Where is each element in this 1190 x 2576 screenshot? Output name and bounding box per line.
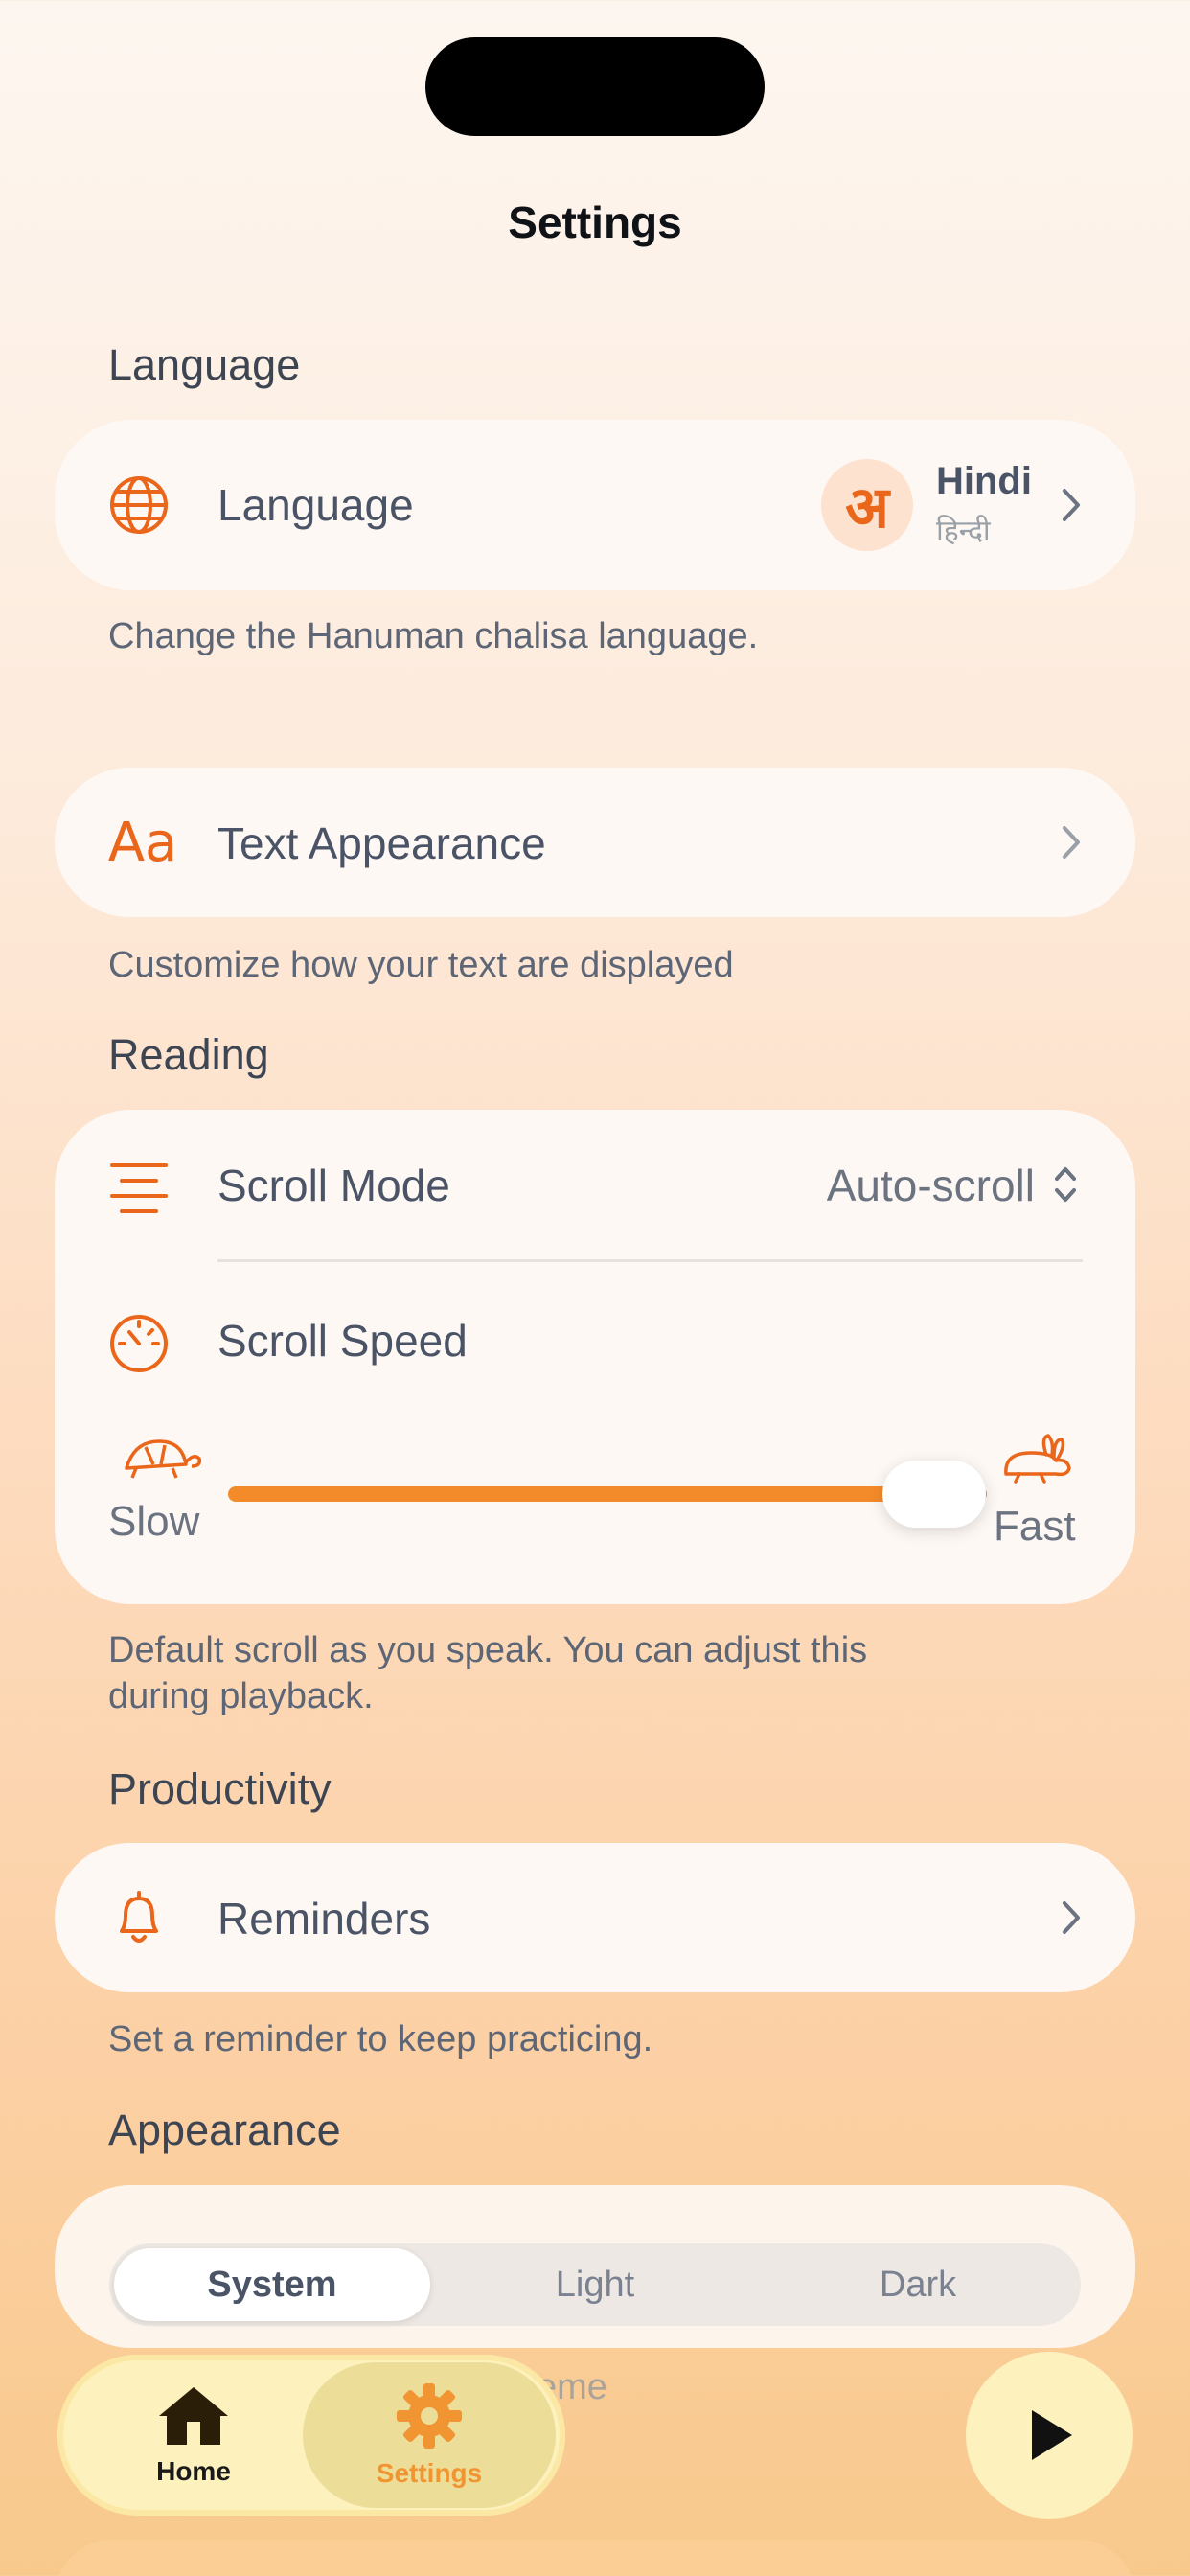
play-icon (1032, 2410, 1072, 2460)
appearance-card: System Light Dark (55, 2185, 1135, 2348)
chevron-right-icon (1055, 485, 1086, 525)
align-lines-icon (108, 1158, 170, 1219)
tab-home-label: Home (156, 2456, 231, 2486)
reading-hint-line-2: during playback. (108, 1676, 374, 1716)
section-heading-language: Language (108, 340, 301, 389)
tab-bar: Home Settings (57, 2355, 565, 2516)
reminders-row[interactable]: Reminders (55, 1843, 1135, 1992)
gear-icon (397, 2383, 462, 2449)
language-row[interactable]: Language अ Hindi हिन्दी (55, 420, 1135, 590)
slow-label: Slow (108, 1498, 200, 1545)
home-icon (159, 2387, 228, 2445)
chevron-right-icon (1055, 822, 1086, 862)
text-appearance-row[interactable]: Aa Text Appearance (55, 768, 1135, 917)
page-title: Settings (508, 197, 682, 247)
reminders-label: Reminders (217, 1894, 431, 1944)
reading-hint-line-1: Default scroll as you speak. You can adj… (108, 1630, 868, 1670)
reminders-hint: Set a reminder to keep practicing. (108, 2019, 653, 2059)
bell-icon (108, 1887, 170, 1948)
play-button[interactable] (966, 2352, 1133, 2518)
fast-label: Fast (994, 1503, 1076, 1550)
globe-icon (108, 474, 170, 536)
scroll-mode-value[interactable]: Auto-scroll (827, 1160, 1035, 1211)
text-appearance-label: Text Appearance (217, 818, 546, 868)
scroll-speed-label: Scroll Speed (217, 1316, 468, 1366)
chevron-right-icon (1055, 1898, 1086, 1938)
chevron-updown-icon (1051, 1163, 1080, 1206)
reading-card: Scroll Mode Auto-scroll Scroll Speed Slo… (55, 1110, 1135, 1604)
appearance-segmented-control: System Light Dark (109, 2243, 1081, 2326)
dynamic-island (425, 37, 765, 136)
tab-home[interactable]: Home (67, 2362, 320, 2508)
speedometer-icon (108, 1313, 170, 1374)
language-badge: अ (821, 459, 913, 551)
next-card-edge (55, 2540, 1135, 2576)
scroll-speed-track[interactable] (228, 1486, 987, 1502)
tab-settings[interactable]: Settings (303, 2362, 556, 2508)
text-aa-icon: Aa (107, 811, 178, 874)
reading-hint: Default scroll as you speak. You can adj… (108, 1627, 867, 1719)
rabbit-icon (998, 1432, 1075, 1485)
divider (217, 1259, 1083, 1262)
text-appearance-hint: Customize how your text are displayed (108, 945, 734, 985)
turtle-icon (117, 1436, 203, 1484)
scroll-mode-label: Scroll Mode (217, 1161, 450, 1210)
section-heading-appearance: Appearance (108, 2105, 341, 2154)
scroll-speed-thumb[interactable] (881, 1460, 986, 1528)
segment-light[interactable]: Light (437, 2248, 753, 2321)
section-heading-reading: Reading (108, 1030, 269, 1079)
scroll-mode-row[interactable]: Scroll Mode Auto-scroll (55, 1110, 1135, 1263)
language-hint: Change the Hanuman chalisa language. (108, 616, 759, 656)
segment-dark[interactable]: Dark (760, 2248, 1076, 2321)
selected-language-native: हिन्दी (936, 516, 991, 547)
selected-language-name: Hindi (936, 460, 1032, 502)
tab-settings-label: Settings (376, 2458, 483, 2488)
section-heading-productivity: Productivity (108, 1764, 332, 1813)
language-row-label: Language (217, 480, 414, 530)
segment-system[interactable]: System (114, 2248, 430, 2321)
